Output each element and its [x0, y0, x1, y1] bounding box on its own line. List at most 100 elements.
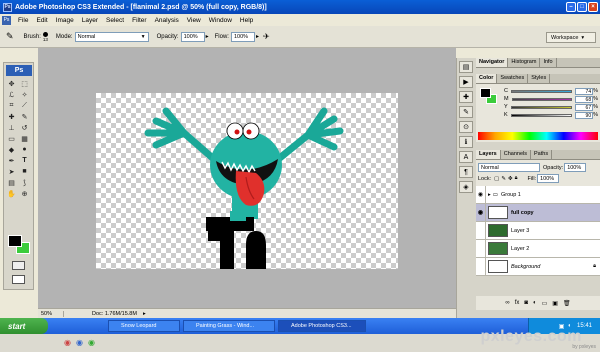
lock-position-icon[interactable]: ✥: [508, 176, 513, 182]
gradient-icon[interactable]: ▦: [19, 134, 30, 143]
lock-image-icon[interactable]: ✎: [501, 176, 506, 182]
crop-icon[interactable]: ⌗: [6, 101, 17, 110]
adjustment-layer-icon[interactable]: ◐: [533, 300, 537, 306]
layer-row-group-1[interactable]: ◉ ▸ ▭ Group 1: [476, 185, 600, 204]
chevron-right-icon[interactable]: ▸: [488, 192, 491, 198]
task-snow-leopard[interactable]: Snow Leopard: [108, 320, 180, 332]
menu-help[interactable]: Help: [236, 17, 257, 24]
heal-icon[interactable]: ✚: [6, 112, 17, 121]
zoom-icon[interactable]: ⊕: [19, 189, 30, 198]
color-spectrum-bar[interactable]: [478, 132, 598, 140]
task-painting-grass[interactable]: Painting Grass - Wind...: [183, 320, 275, 332]
tab-color[interactable]: Color: [476, 74, 498, 83]
move-icon[interactable]: ✥: [6, 79, 17, 88]
menu-layer[interactable]: Layer: [78, 17, 102, 24]
new-layer-icon[interactable]: ▣: [552, 300, 558, 307]
tab-info[interactable]: Info: [540, 58, 557, 67]
slider-c[interactable]: C 74%: [504, 87, 598, 95]
paragraph-panel-icon[interactable]: ¶: [459, 166, 473, 178]
flow-field[interactable]: 100%: [230, 31, 255, 42]
minimize-button[interactable]: –: [566, 2, 576, 12]
menu-image[interactable]: Image: [52, 17, 78, 24]
slider-k[interactable]: K 90%: [504, 111, 598, 119]
trash-icon[interactable]: 🗑︎: [563, 300, 571, 307]
document-canvas[interactable]: [96, 93, 398, 269]
slider-y[interactable]: Y 67%: [504, 103, 598, 111]
eraser-icon[interactable]: ▭: [6, 134, 17, 143]
maximize-button[interactable]: □: [577, 2, 587, 12]
menu-edit[interactable]: Edit: [32, 17, 51, 24]
character-panel-icon[interactable]: A: [459, 151, 473, 163]
slider-value[interactable]: 67: [575, 103, 594, 111]
menu-view[interactable]: View: [183, 17, 205, 24]
notes-icon[interactable]: ▤: [6, 178, 17, 187]
eye-icon[interactable]: ◉: [476, 203, 486, 222]
tab-swatches[interactable]: Swatches: [497, 74, 529, 83]
tab-paths[interactable]: Paths: [531, 150, 553, 159]
clone-source-icon[interactable]: ⊙: [459, 121, 473, 133]
opacity-field[interactable]: 100%: [180, 31, 205, 42]
tab-channels[interactable]: Channels: [500, 150, 531, 159]
slice-icon[interactable]: ⟋: [19, 101, 30, 110]
foreground-color-swatch[interactable]: [8, 235, 22, 247]
layer-comps-icon[interactable]: ◈: [459, 181, 473, 193]
pen-icon[interactable]: ✒: [6, 156, 17, 165]
status-menu-arrow-icon[interactable]: ▸: [143, 311, 146, 317]
shape-icon[interactable]: ■: [19, 167, 30, 176]
brush-preset-picker[interactable]: 13: [42, 31, 48, 42]
layer-row-background[interactable]: Background 🔒︎: [476, 257, 600, 276]
menu-file[interactable]: File: [14, 17, 32, 24]
menu-filter[interactable]: Filter: [128, 17, 150, 24]
slider-m[interactable]: M 68%: [504, 95, 598, 103]
layer-row-layer-3[interactable]: Layer 3: [476, 221, 600, 240]
lock-transparency-icon[interactable]: ▢: [494, 176, 499, 182]
fill-field[interactable]: 100%: [537, 174, 560, 183]
history-brush-icon[interactable]: ↺: [19, 123, 30, 132]
slider-value[interactable]: 74: [575, 87, 594, 95]
task-photoshop[interactable]: Adobe Photoshop CS3...: [278, 320, 366, 332]
mode-select[interactable]: Normal ▼: [74, 31, 149, 42]
info-panel-icon[interactable]: ℹ: [459, 136, 473, 148]
quick-mask-icon[interactable]: [12, 261, 25, 270]
eye-icon[interactable]: [476, 221, 486, 240]
wand-icon[interactable]: ✧: [19, 90, 30, 99]
hand-icon[interactable]: ✋: [6, 189, 17, 198]
chevron-right-icon[interactable]: ▸: [256, 33, 259, 40]
brush-icon[interactable]: ✎: [19, 112, 30, 121]
quick-launch-icon[interactable]: ◉: [76, 338, 83, 347]
eye-icon[interactable]: [476, 257, 486, 276]
new-group-icon[interactable]: ▭: [542, 300, 548, 307]
lock-all-icon[interactable]: 🔒︎: [515, 175, 518, 182]
eye-icon[interactable]: ◉: [476, 185, 486, 204]
brush-tool-icon[interactable]: ✎: [6, 31, 14, 42]
eyedropper-icon[interactable]: ⟆: [19, 178, 30, 187]
menu-window[interactable]: Window: [205, 17, 236, 24]
chevron-right-icon[interactable]: ▸: [206, 33, 209, 40]
history-panel-icon[interactable]: ▤: [459, 61, 473, 73]
blend-mode-select[interactable]: Normal: [478, 163, 540, 172]
quick-launch-icon[interactable]: ◉: [88, 338, 95, 347]
link-layers-icon[interactable]: ∞: [505, 300, 509, 306]
document-canvas-area[interactable]: [38, 48, 456, 308]
dodge-icon[interactable]: ●: [19, 145, 30, 154]
tab-histogram[interactable]: Histogram: [508, 58, 541, 67]
lasso-icon[interactable]: ℒ: [6, 90, 17, 99]
menu-analysis[interactable]: Analysis: [151, 17, 183, 24]
path-select-icon[interactable]: ➤: [6, 167, 17, 176]
airbrush-icon[interactable]: ✈: [263, 32, 270, 41]
brushes-panel-icon[interactable]: ✎: [459, 106, 473, 118]
slider-value[interactable]: 68: [575, 95, 594, 103]
fx-icon[interactable]: fx: [515, 300, 520, 306]
workspace-menu[interactable]: Workspace ▾: [546, 32, 596, 43]
tab-layers[interactable]: Layers: [476, 150, 501, 159]
layer-row-full-copy[interactable]: ◉ full copy: [476, 203, 600, 222]
actions-panel-icon[interactable]: ▶: [459, 76, 473, 88]
start-button[interactable]: start: [0, 318, 48, 334]
blur-icon[interactable]: ◆: [6, 145, 17, 154]
color-fg-swatch[interactable]: [480, 88, 491, 98]
layer-opacity-field[interactable]: 100%: [564, 163, 587, 172]
close-button[interactable]: ×: [588, 2, 598, 12]
marquee-icon[interactable]: ⬚: [19, 79, 30, 88]
zoom-level[interactable]: 50%: [38, 310, 64, 317]
type-icon[interactable]: T: [19, 156, 30, 165]
